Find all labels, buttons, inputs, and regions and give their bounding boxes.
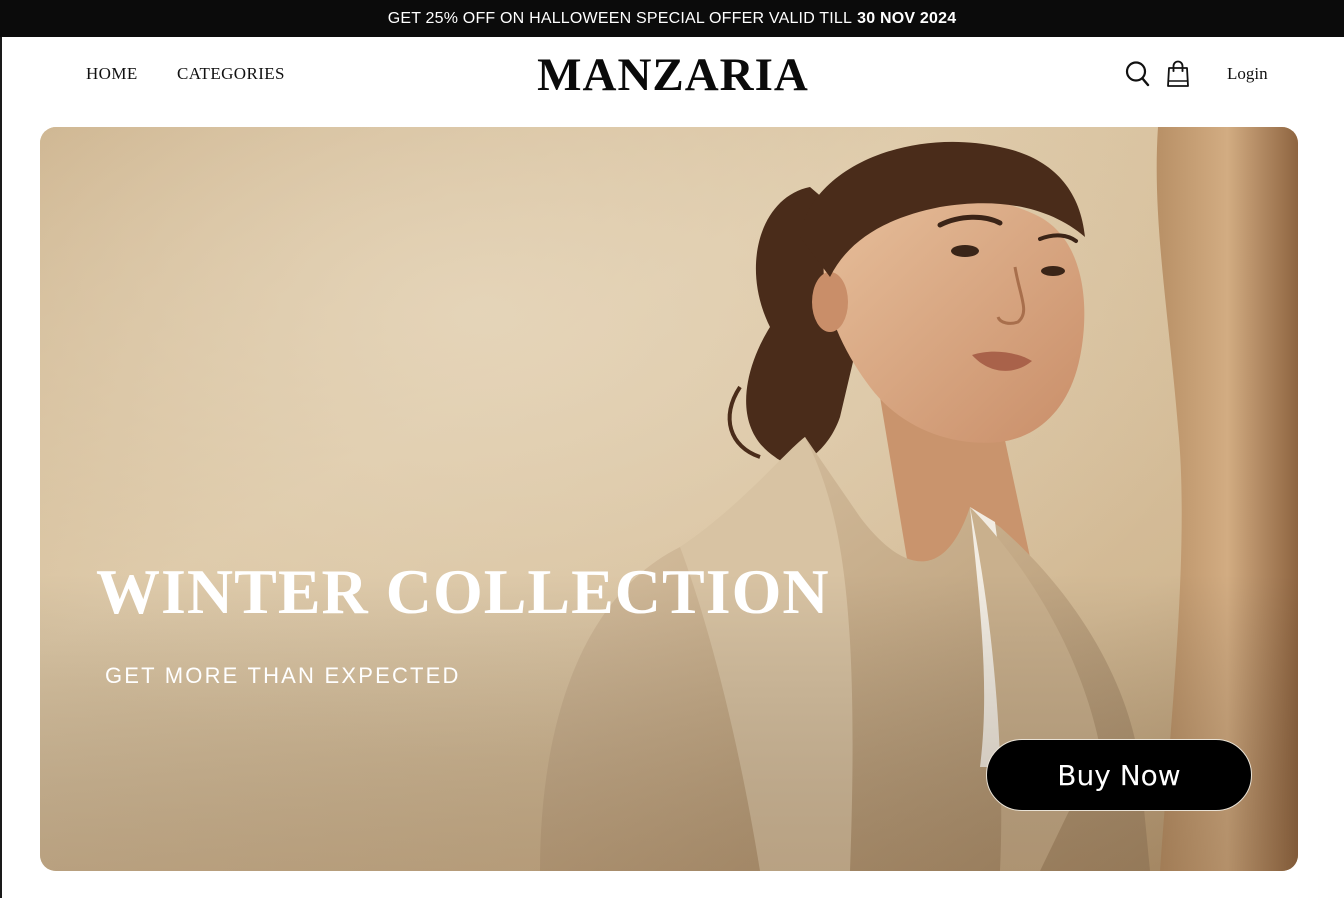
shopping-bag-icon: [1167, 60, 1189, 87]
site-header: HOME CATEGORIES MANZARIA Login: [2, 37, 1344, 127]
login-link[interactable]: Login: [1227, 64, 1268, 84]
search-icon: [1125, 61, 1150, 87]
promo-text: GET 25% OFF ON HALLOWEEN SPECIAL OFFER V…: [387, 9, 853, 27]
search-button[interactable]: [1124, 59, 1152, 89]
hero-title: WINTER COLLECTION: [96, 556, 830, 627]
hero-subtitle: GET MORE THAN EXPECTED: [105, 663, 461, 688]
buy-now-button[interactable]: Buy Now: [986, 739, 1252, 811]
promo-banner: GET 25% OFF ON HALLOWEEN SPECIAL OFFER V…: [0, 0, 1344, 37]
promo-date: 30 NOV 2024: [857, 9, 957, 27]
page: GET 25% OFF ON HALLOWEEN SPECIAL OFFER V…: [0, 0, 1344, 898]
cart-button[interactable]: [1164, 59, 1192, 89]
hero-banner: WINTER COLLECTION GET MORE THAN EXPECTED…: [40, 127, 1298, 871]
